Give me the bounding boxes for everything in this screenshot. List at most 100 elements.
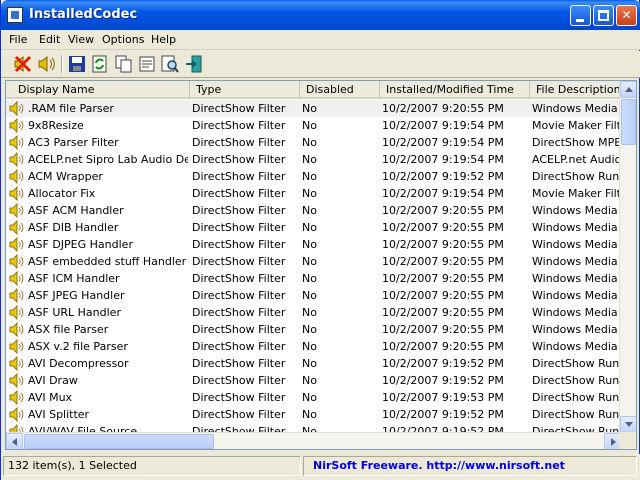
table-row[interactable]: AC3 Parser Filter DirectShow Filter No 10/2… <box>6 134 626 151</box>
cell-display-name: ASX v.2 file Parser <box>28 340 128 353</box>
save-icon[interactable] <box>67 54 87 74</box>
table-row[interactable]: AVI Mux DirectShow Filter No 10/2/2007 9:19… <box>6 389 626 406</box>
cell-disabled: No <box>302 136 317 149</box>
cell-type: DirectShow Filter <box>192 255 286 268</box>
table-row[interactable]: ASF embedded stuff Handler DirectShow Fil… <box>6 253 626 270</box>
window-title: InstalledCodec <box>29 7 138 22</box>
app-icon <box>7 7 23 23</box>
speaker-icon <box>9 203 24 218</box>
speaker-icon <box>9 135 24 150</box>
table-row[interactable]: ASX v.2 file Parser DirectShow Filter No 10… <box>6 338 626 355</box>
cell-description: Movie Maker Filter <box>532 119 626 132</box>
chevron-down-icon <box>625 422 633 427</box>
find-icon[interactable] <box>160 54 180 74</box>
column-header-display-name[interactable]: Display Name <box>6 81 190 99</box>
maximize-button[interactable] <box>593 5 614 26</box>
chevron-left-icon <box>12 438 17 446</box>
horizontal-scrollbar[interactable] <box>6 432 621 449</box>
table-row[interactable]: 9x8Resize DirectShow Filter No 10/2/2007 9:… <box>6 117 626 134</box>
speaker-icon <box>9 271 24 286</box>
toolbar <box>1 51 640 78</box>
table-row[interactable]: ASF ACM Handler DirectShow Filter No 10/2/2… <box>6 202 626 219</box>
cell-display-name: .RAM file Parser <box>28 102 114 115</box>
menu-file[interactable]: File <box>9 33 27 46</box>
table-row[interactable]: ASF DIB Handler DirectShow Filter No 10/2/2… <box>6 219 626 236</box>
cell-type: DirectShow Filter <box>192 119 286 132</box>
cell-time: 10/2/2007 9:20:55 PM <box>382 204 504 217</box>
scroll-up-button[interactable] <box>620 81 636 98</box>
cell-display-name: ACELP.net Sipro Lab Audio De... <box>28 153 188 166</box>
properties-icon[interactable] <box>137 54 157 74</box>
cell-time: 10/2/2007 9:19:52 PM <box>382 170 504 183</box>
title-bar[interactable]: InstalledCodec ✕ <box>1 0 640 30</box>
cell-time: 10/2/2007 9:20:55 PM <box>382 340 504 353</box>
column-header-disabled[interactable]: Disabled <box>300 81 380 99</box>
table-row[interactable]: ASF ICM Handler DirectShow Filter No 10/2/2… <box>6 270 626 287</box>
cell-disabled: No <box>302 102 317 115</box>
table-row[interactable]: ACM Wrapper DirectShow Filter No 10/2/2007 … <box>6 168 626 185</box>
cell-description: Windows Media Fil <box>532 255 626 268</box>
menu-options[interactable]: Options <box>102 33 144 46</box>
codec-list[interactable]: Display Name Type Disabled Installed/Mod… <box>5 80 637 450</box>
table-row[interactable]: ASF DJPEG Handler DirectShow Filter No 10/2… <box>6 236 626 253</box>
menu-view[interactable]: View <box>68 33 94 46</box>
cell-disabled: No <box>302 374 317 387</box>
cell-description: DirectShow MPEG- <box>532 136 626 149</box>
menu-bar: File Edit View Options Help <box>1 30 640 50</box>
cell-time: 10/2/2007 9:20:55 PM <box>382 289 504 302</box>
table-row[interactable]: AVI Draw DirectShow Filter No 10/2/2007 9:1… <box>6 372 626 389</box>
cell-description: DirectShow Runtim <box>532 170 626 183</box>
table-row[interactable]: ASF JPEG Handler DirectShow Filter No 10/2/… <box>6 287 626 304</box>
minimize-icon <box>576 19 584 22</box>
cell-disabled: No <box>302 238 317 251</box>
cell-disabled: No <box>302 323 317 336</box>
speaker-icon <box>9 373 24 388</box>
disable-icon[interactable] <box>13 54 33 74</box>
table-row[interactable]: Allocator Fix DirectShow Filter No 10/2/200… <box>6 185 626 202</box>
column-header-time[interactable]: Installed/Modified Time <box>380 81 530 99</box>
table-row[interactable]: .RAM file Parser DirectShow Filter No 10/2/… <box>6 100 626 117</box>
cell-type: DirectShow Filter <box>192 102 286 115</box>
cell-description: DirectShow Runtim <box>532 374 626 387</box>
cell-display-name: ASF JPEG Handler <box>28 289 125 302</box>
table-row[interactable]: AVI Decompressor DirectShow Filter No 10/2/… <box>6 355 626 372</box>
minimize-button[interactable] <box>570 5 591 26</box>
close-button[interactable]: ✕ <box>616 5 637 26</box>
refresh-icon[interactable] <box>90 54 110 74</box>
cell-display-name: 9x8Resize <box>28 119 84 132</box>
speaker-icon <box>9 101 24 116</box>
cell-disabled: No <box>302 391 317 404</box>
nirsoft-link[interactable]: NirSoft Freeware. http://www.nirsoft.net <box>313 459 565 472</box>
exit-icon[interactable] <box>184 54 204 74</box>
cell-description: DirectShow Runtim <box>532 357 626 370</box>
speaker-icon <box>9 356 24 371</box>
table-row[interactable]: ACELP.net Sipro Lab Audio De... DirectSho… <box>6 151 626 168</box>
menu-help[interactable]: Help <box>151 33 176 46</box>
close-icon: ✕ <box>621 8 632 22</box>
vertical-scroll-thumb[interactable] <box>621 99 636 145</box>
copy-icon[interactable] <box>114 54 134 74</box>
cell-type: DirectShow Filter <box>192 204 286 217</box>
table-row[interactable]: ASF URL Handler DirectShow Filter No 10/2/2… <box>6 304 626 321</box>
chevron-right-icon <box>611 438 616 446</box>
vertical-scrollbar[interactable] <box>619 81 636 433</box>
menu-edit[interactable]: Edit <box>39 33 60 46</box>
list-header: Display Name Type Disabled Installed/Mod… <box>6 81 626 99</box>
scroll-left-button[interactable] <box>6 433 23 449</box>
cell-type: DirectShow Filter <box>192 357 286 370</box>
cell-display-name: AC3 Parser Filter <box>28 136 119 149</box>
table-row[interactable]: AVI Splitter DirectShow Filter No 10/2/2007… <box>6 406 626 423</box>
speaker-icon <box>9 186 24 201</box>
column-header-description[interactable]: File Description <box>530 81 626 99</box>
speaker-icon <box>9 322 24 337</box>
cell-type: DirectShow Filter <box>192 221 286 234</box>
column-header-type[interactable]: Type <box>190 81 300 99</box>
scroll-down-button[interactable] <box>620 416 636 433</box>
horizontal-scroll-thumb[interactable] <box>24 434 214 449</box>
table-row[interactable]: ASX file Parser DirectShow Filter No 10/2/2… <box>6 321 626 338</box>
enable-icon[interactable] <box>37 54 57 74</box>
cell-type: DirectShow Filter <box>192 374 286 387</box>
cell-description: Windows Media File <box>532 102 626 115</box>
cell-disabled: No <box>302 204 317 217</box>
cell-type: DirectShow Filter <box>192 153 286 166</box>
